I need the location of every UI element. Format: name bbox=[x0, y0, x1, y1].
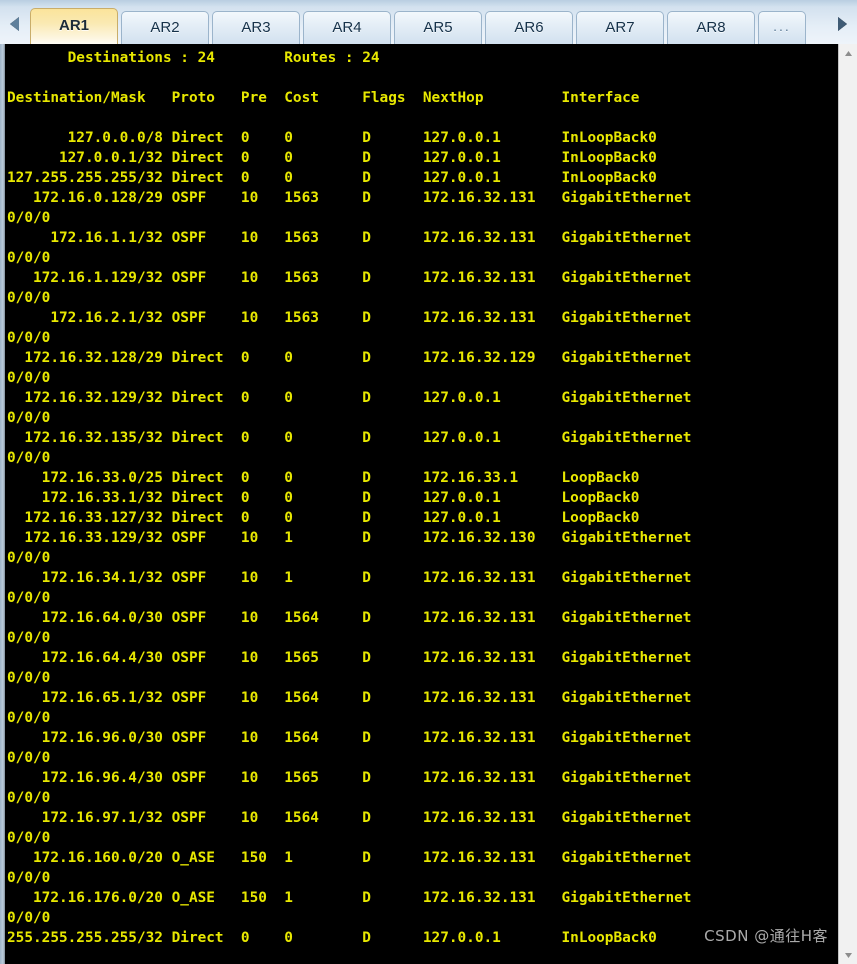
cli-output-area[interactable]: Destinations : 24 Routes : 24 Destinatio… bbox=[5, 44, 838, 964]
device-tab-bar: AR1 AR2 AR3 AR4 AR5 AR6 AR7 AR8... bbox=[0, 0, 857, 44]
tab-label: AR8 bbox=[696, 19, 726, 36]
scroll-down-button[interactable] bbox=[839, 946, 857, 964]
tab-ar2[interactable]: AR2 bbox=[121, 11, 209, 44]
tab-ar7[interactable]: AR7 bbox=[576, 11, 664, 44]
tab-moremoremore[interactable]: ... bbox=[758, 11, 806, 44]
tab-ar6[interactable]: AR6 bbox=[485, 11, 573, 44]
vertical-scrollbar[interactable] bbox=[838, 44, 857, 964]
tab-scroll-right-button[interactable] bbox=[827, 4, 857, 44]
tab-label: ... bbox=[773, 18, 791, 34]
tab-ar8[interactable]: AR8 bbox=[667, 11, 755, 44]
tab-label: AR1 bbox=[58, 17, 89, 34]
tab-label: AR6 bbox=[514, 19, 544, 36]
tab-ar1[interactable]: AR1 bbox=[30, 8, 118, 44]
tab-ar5[interactable]: AR5 bbox=[394, 11, 482, 44]
tab-list: AR1 AR2 AR3 AR4 AR5 AR6 AR7 AR8... bbox=[30, 4, 827, 44]
watermark: CSDN @通往H客 bbox=[704, 927, 828, 945]
routing-table-output: Destinations : 24 Routes : 24 Destinatio… bbox=[7, 50, 692, 946]
tab-label: AR7 bbox=[605, 19, 635, 36]
tab-ar3[interactable]: AR3 bbox=[212, 11, 300, 44]
scroll-up-button[interactable] bbox=[839, 44, 857, 62]
terminal-panel: Destinations : 24 Routes : 24 Destinatio… bbox=[0, 44, 857, 964]
tab-scroll-left-button[interactable] bbox=[0, 4, 30, 44]
triangle-left-icon bbox=[9, 16, 21, 32]
tab-ar4[interactable]: AR4 bbox=[303, 11, 391, 44]
tab-label: AR2 bbox=[150, 19, 180, 36]
tab-label: AR5 bbox=[423, 19, 453, 36]
router-console-window: AR1 AR2 AR3 AR4 AR5 AR6 AR7 AR8... Destinations… bbox=[0, 0, 857, 964]
tab-label: AR3 bbox=[241, 19, 271, 36]
tab-label: AR4 bbox=[332, 19, 362, 36]
triangle-right-icon bbox=[836, 16, 848, 32]
